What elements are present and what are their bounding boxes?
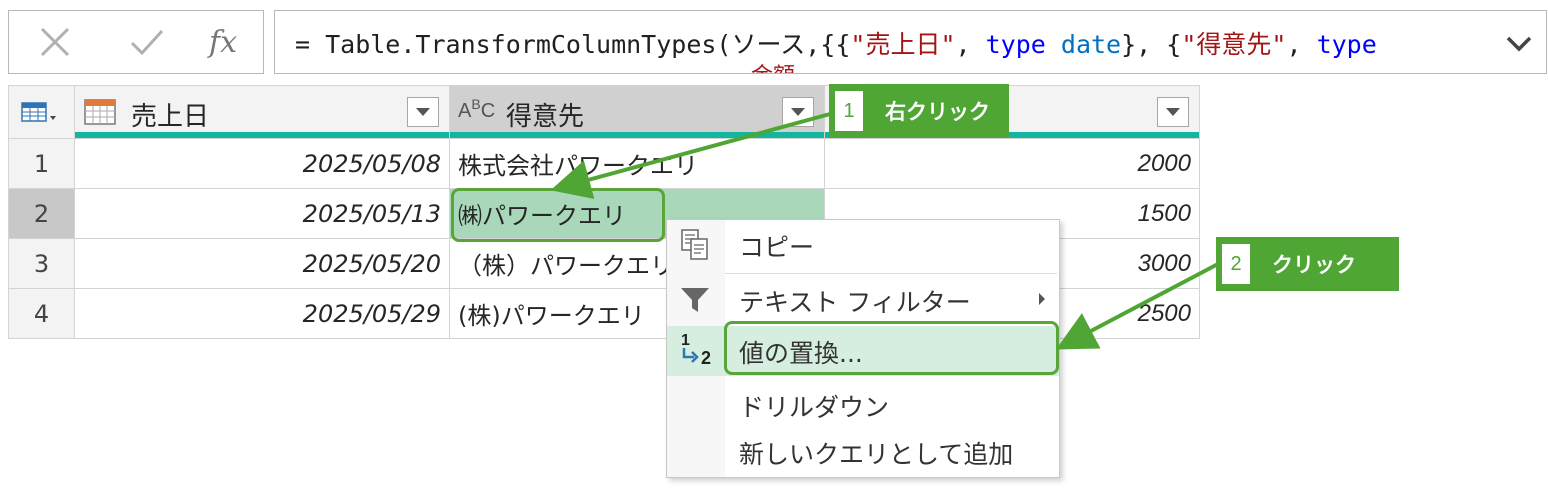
- callout-arrows: [550, 112, 1219, 350]
- callout-arrow-1: [550, 112, 831, 199]
- callout-arrow-2: [1055, 262, 1219, 350]
